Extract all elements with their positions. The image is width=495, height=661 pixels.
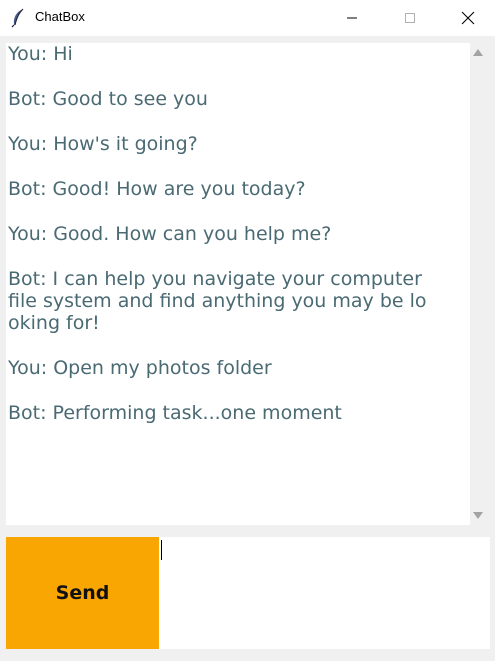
chat-message: Bot: Performing task...one moment [8, 402, 342, 424]
chat-scrollbar[interactable] [470, 43, 489, 525]
chat-message: Bot: Good! How are you today? [8, 178, 306, 200]
chat-message: You: How's it going? [8, 133, 198, 155]
chat-message: Bot: Good to see you [8, 88, 208, 110]
title-bar[interactable]: ChatBox [0, 0, 495, 36]
chat-message: You: Hi [8, 43, 73, 65]
text-caret [161, 540, 162, 560]
message-input[interactable] [159, 537, 490, 649]
feather-icon [10, 8, 26, 28]
scroll-up-arrow-icon[interactable] [473, 49, 483, 56]
window-title: ChatBox [35, 9, 85, 24]
maximize-icon [404, 12, 416, 24]
close-icon [461, 11, 475, 25]
chat-log[interactable]: You: Hi Bot: Good to see you You: How's … [6, 43, 470, 525]
scroll-down-arrow-icon[interactable] [473, 512, 483, 519]
minimize-icon [346, 12, 358, 24]
chat-message: You: Good. How can you help me? [8, 223, 332, 245]
send-button[interactable]: Send [6, 537, 159, 649]
chat-message: Bot: I can help you navigate your comput… [8, 268, 427, 334]
chat-message: You: Open my photos folder [8, 357, 272, 379]
minimize-button[interactable] [322, 0, 382, 36]
maximize-button[interactable] [380, 0, 440, 36]
close-button[interactable] [438, 0, 495, 36]
chatbox-window: ChatBox You: Hi Bot: Good to see you You [0, 0, 495, 661]
